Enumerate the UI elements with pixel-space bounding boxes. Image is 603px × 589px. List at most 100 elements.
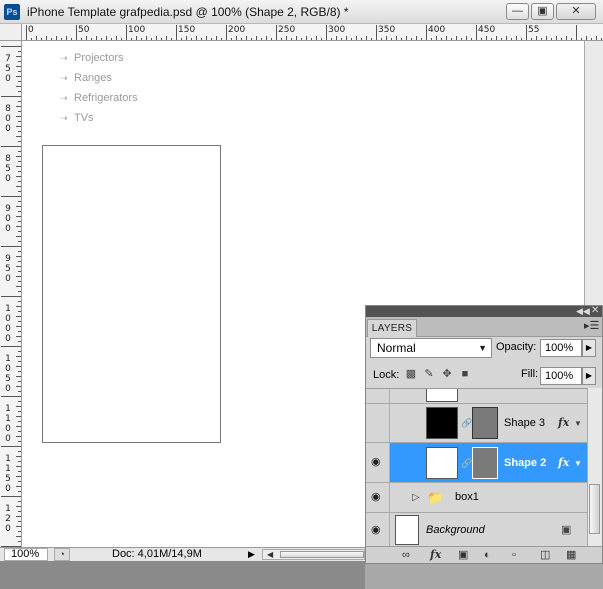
visibility-toggle[interactable]: [366, 389, 390, 403]
layer-row-background[interactable]: ◉ Background ▣: [366, 513, 587, 546]
trash-icon[interactable]: ▦: [566, 548, 576, 562]
ruler-tick: [18, 481, 21, 482]
zoom-level-field[interactable]: 100%: [4, 548, 48, 561]
ruler-label: 950: [5, 254, 11, 284]
ruler-tick: [18, 281, 21, 282]
visibility-toggle[interactable]: ◉: [366, 443, 390, 482]
add-mask-icon[interactable]: ▣: [458, 548, 468, 562]
layer-thumbnail: [395, 515, 419, 545]
fill-slider-arrow-icon[interactable]: ▶: [582, 367, 596, 385]
maximize-icon: ▣: [537, 5, 548, 17]
layer-row-shape-3[interactable]: 🔗 Shape 3 fx ▼: [366, 404, 587, 443]
layer-row-shape-2[interactable]: ◉ 🔗 Shape 2 fx ▼: [366, 443, 587, 483]
ruler-label: 50: [78, 25, 90, 35]
fill-input[interactable]: 100%: [540, 367, 582, 385]
ruler-tick: [18, 171, 21, 172]
lock-transparency-icon[interactable]: ▩: [404, 367, 418, 381]
minimize-button[interactable]: —: [506, 3, 529, 20]
canvas-horizontal-scrollbar[interactable]: ◀: [262, 549, 365, 560]
blend-mode-select[interactable]: Normal ▼: [370, 338, 492, 358]
canvas-vertical-scrollbar[interactable]: [584, 41, 603, 306]
layer-name[interactable]: Shape 2: [504, 457, 546, 469]
phone-shape-outline[interactable]: [42, 145, 221, 443]
layers-toolbar: ∞ fx ▣ ◐ ▫ ◫ ▦: [366, 546, 602, 563]
ruler-tick: [18, 301, 21, 302]
ruler-tick: [16, 406, 21, 407]
arrow-right-icon: ⇢: [60, 53, 68, 63]
ruler-tick: [126, 25, 127, 40]
ruler-tick: [18, 321, 21, 322]
ruler-tick: [18, 451, 21, 452]
new-group-icon[interactable]: ▫: [512, 548, 516, 562]
expand-group-icon[interactable]: ▷: [412, 492, 420, 503]
collapse-panel-icon[interactable]: ◀◀: [576, 305, 590, 317]
ruler-tick: [18, 271, 21, 272]
layer-name[interactable]: Background: [426, 524, 485, 536]
ruler-tick: [16, 156, 21, 157]
ruler-tick: [1, 396, 21, 397]
visibility-toggle[interactable]: [366, 404, 390, 442]
add-layer-style-icon[interactable]: fx: [430, 548, 441, 562]
panel-menu-icon[interactable]: ▸☰: [584, 320, 599, 332]
vector-mask-thumbnail: [472, 407, 498, 439]
ruler-tick: [18, 401, 21, 402]
photoshop-logo-icon: Ps: [4, 4, 20, 20]
ruler-origin[interactable]: [0, 24, 22, 41]
layer-row-box1[interactable]: ◉ ▷ 📁 box1: [366, 483, 587, 513]
layer-list-scrollbar[interactable]: [587, 388, 602, 546]
tab-layers[interactable]: LAYERS: [367, 319, 417, 337]
ruler-tick: [16, 116, 21, 117]
scrollbar-thumb[interactable]: [280, 551, 364, 558]
layer-name[interactable]: Shape 3: [504, 417, 545, 429]
ruler-tick: [18, 501, 21, 502]
ruler-tick: [18, 291, 21, 292]
workspace-background: [0, 561, 365, 589]
ruler-tick: [16, 386, 21, 387]
chevron-down-icon: ▼: [478, 343, 487, 353]
opacity-slider-arrow-icon[interactable]: ▶: [582, 339, 596, 357]
fx-icon[interactable]: fx: [558, 416, 569, 429]
maximize-button[interactable]: ▣: [531, 3, 554, 20]
ruler-tick: [576, 25, 577, 40]
ruler-tick: [16, 456, 21, 457]
ruler-tick: [18, 331, 21, 332]
nav-item-projectors: ⇢ Projectors: [60, 52, 124, 66]
scroll-left-icon[interactable]: ◀: [267, 550, 273, 559]
chain-link-icon[interactable]: 🔗: [461, 458, 472, 468]
status-options-icon[interactable]: ◔: [54, 548, 70, 561]
document-title-bar[interactable]: Ps iPhone Template grafpedia.psd @ 100% …: [0, 0, 603, 24]
lock-all-icon[interactable]: ■: [458, 367, 472, 381]
layer-row-partial[interactable]: [366, 389, 587, 404]
ruler-tick: [16, 56, 21, 57]
vertical-ruler[interactable]: 750 800 850 900 950 1000 1050 1100 1150 120: [0, 41, 22, 547]
link-layers-icon[interactable]: ∞: [402, 548, 410, 562]
ruler-tick: [16, 316, 21, 317]
status-menu-arrow-icon[interactable]: ▶: [248, 548, 255, 561]
panel-close-icon[interactable]: ✕: [591, 305, 599, 317]
adjustment-layer-icon[interactable]: ◐: [484, 548, 491, 562]
chain-link-icon[interactable]: 🔗: [461, 418, 472, 428]
ruler-tick: [18, 251, 21, 252]
layer-thumbnail: [426, 389, 458, 402]
scrollbar-thumb[interactable]: [589, 484, 600, 534]
visibility-toggle[interactable]: ◉: [366, 483, 390, 512]
ruler-tick: [18, 61, 21, 62]
layer-name[interactable]: box1: [455, 491, 479, 503]
lock-image-pixels-icon[interactable]: ✎: [422, 367, 436, 381]
fx-icon[interactable]: fx: [558, 456, 569, 469]
ruler-tick: [18, 71, 21, 72]
ruler-tick: [16, 486, 21, 487]
expand-effects-icon[interactable]: ▼: [574, 459, 582, 468]
layer-thumbnail: [426, 407, 458, 439]
visibility-toggle[interactable]: ◉: [366, 513, 390, 546]
ruler-label: 0: [28, 25, 34, 35]
horizontal-ruler[interactable]: 0 50 100 150 200 250 300 350 400 450 55: [22, 24, 603, 41]
expand-effects-icon[interactable]: ▼: [574, 419, 582, 428]
ruler-tick: [76, 25, 77, 40]
opacity-input[interactable]: 100%: [540, 339, 582, 357]
close-button[interactable]: ✕: [556, 3, 596, 20]
new-layer-icon[interactable]: ◫: [540, 548, 550, 562]
ruler-tick: [16, 166, 21, 167]
panel-header-bar[interactable]: ◀◀ ✕: [366, 305, 602, 317]
lock-position-icon[interactable]: ✥: [440, 367, 454, 381]
